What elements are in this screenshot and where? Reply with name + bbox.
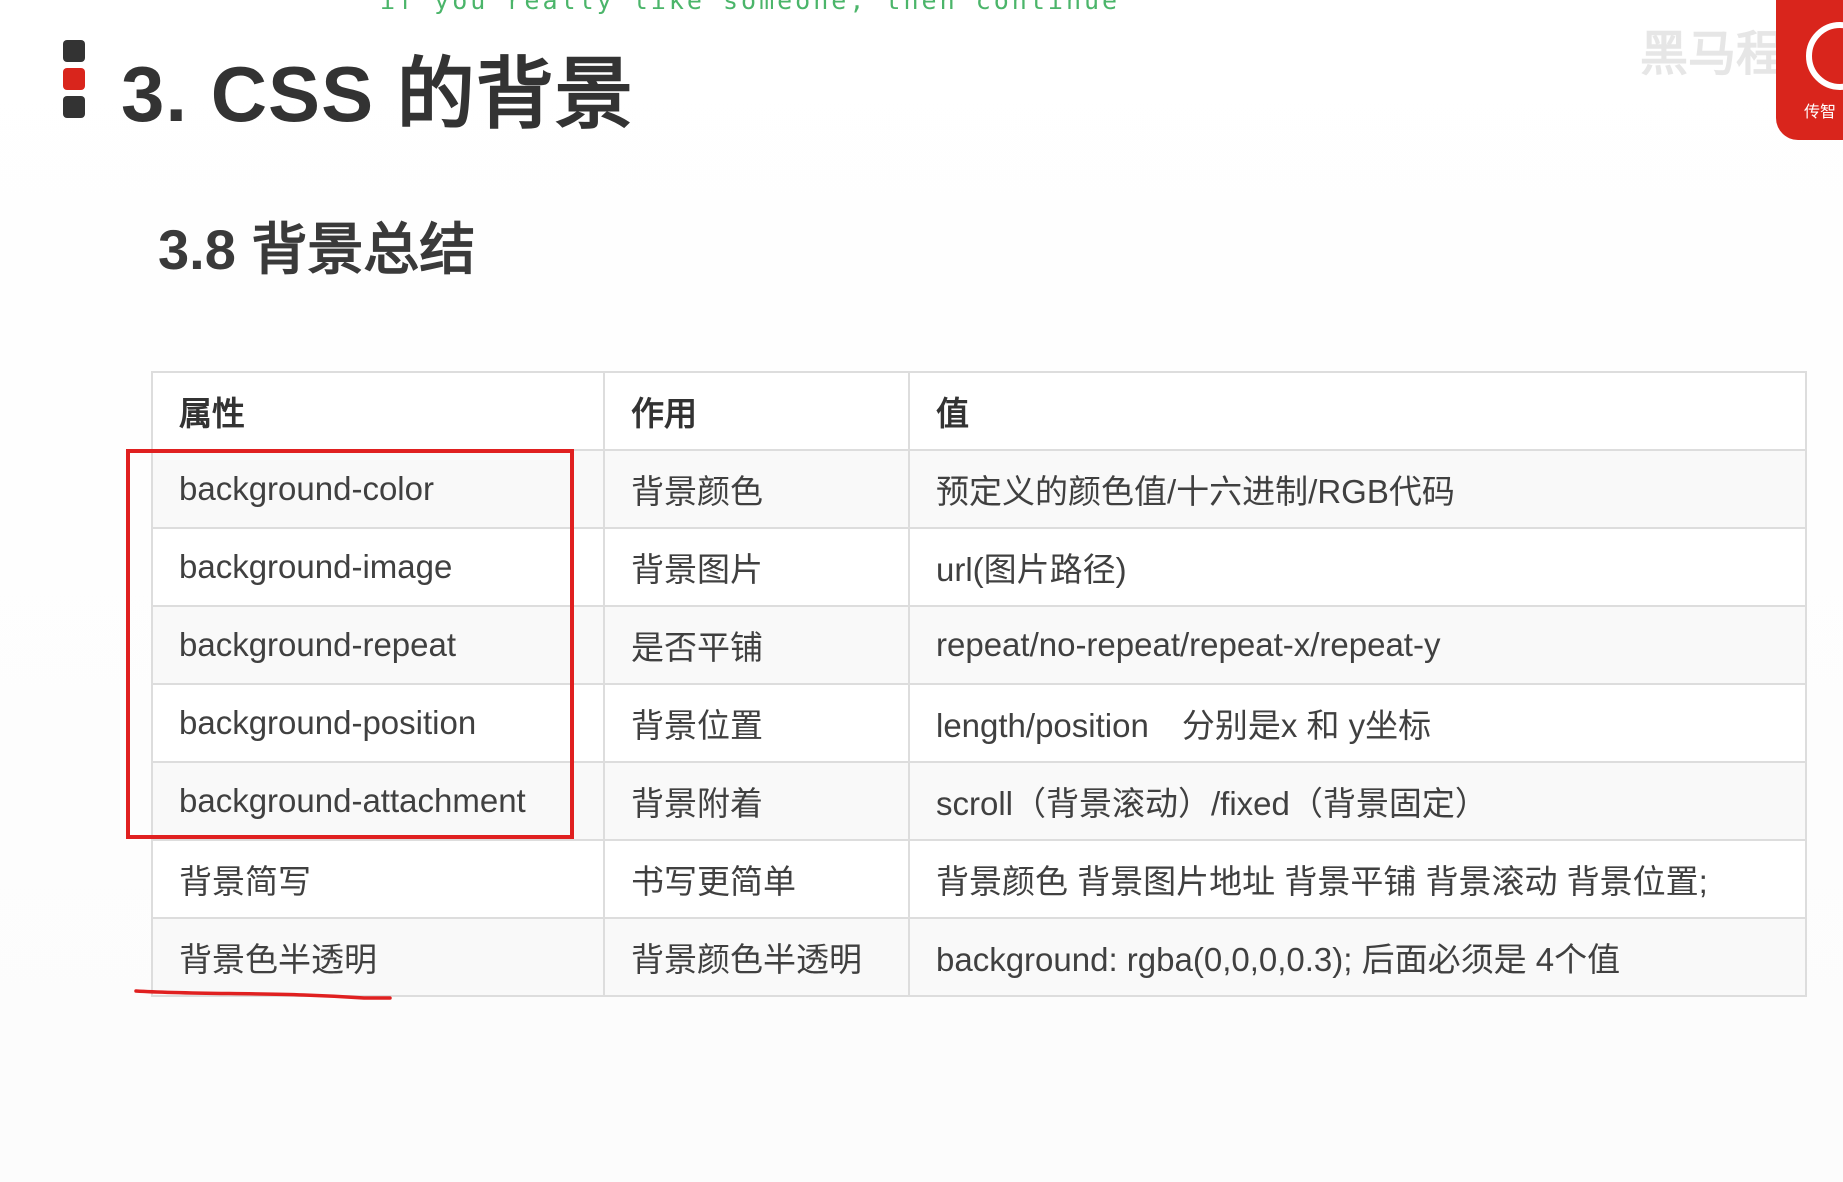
section-subtitle: 3.8 背景总结 (158, 218, 476, 281)
function-cell: 背景颜色半透明 (603, 917, 910, 997)
function-cell: 是否平铺 (603, 605, 910, 685)
value-cell: 背景颜色 背景图片地址 背景平铺 背景滚动 背景位置; (908, 839, 1807, 919)
slide: if you really like someone, then continu… (0, 0, 1843, 1182)
function-cell: 背景附着 (603, 761, 910, 841)
section-marker-icon (63, 40, 85, 118)
annotation-highlight-box (126, 449, 574, 839)
value-cell: scroll（背景滚动）/fixed（背景固定） (908, 761, 1807, 841)
value-cell: repeat/no-repeat/repeat-x/repeat-y (908, 605, 1807, 685)
header-function: 作用 (603, 371, 910, 451)
value-cell: 预定义的颜色值/十六进制/RGB代码 (908, 449, 1807, 529)
marker-bar-middle (63, 68, 85, 90)
table-row: 背景简写 书写更简单 背景颜色 背景图片地址 背景平铺 背景滚动 背景位置; (151, 839, 1807, 919)
header-value: 值 (908, 371, 1807, 451)
value-cell: url(图片路径) (908, 527, 1807, 607)
annotation-underline (134, 989, 392, 1000)
function-cell: 书写更简单 (603, 839, 910, 919)
brand-logo: 传智 (1776, 0, 1843, 140)
function-cell: 背景图片 (603, 527, 910, 607)
marker-bar-bottom (63, 96, 85, 118)
function-cell: 背景位置 (603, 683, 910, 763)
logo-text: 传智 (1804, 104, 1837, 121)
page-title: 3. CSS 的背景 (121, 50, 634, 138)
video-subtitle: if you really like someone, then continu… (380, 0, 1121, 15)
value-cell: background: rgba(0,0,0,0.3); 后面必须是 4个值 (908, 917, 1807, 997)
table-row: 背景色半透明 背景颜色半透明 background: rgba(0,0,0,0.… (151, 917, 1807, 997)
marker-bar-top (63, 40, 85, 62)
value-cell: length/position 分别是x 和 y坐标 (908, 683, 1807, 763)
logo-ring-icon (1806, 22, 1843, 90)
header-property: 属性 (151, 371, 605, 451)
table-header-row: 属性 作用 值 (151, 371, 1807, 451)
function-cell: 背景颜色 (603, 449, 910, 529)
property-cell: 背景简写 (151, 839, 605, 919)
